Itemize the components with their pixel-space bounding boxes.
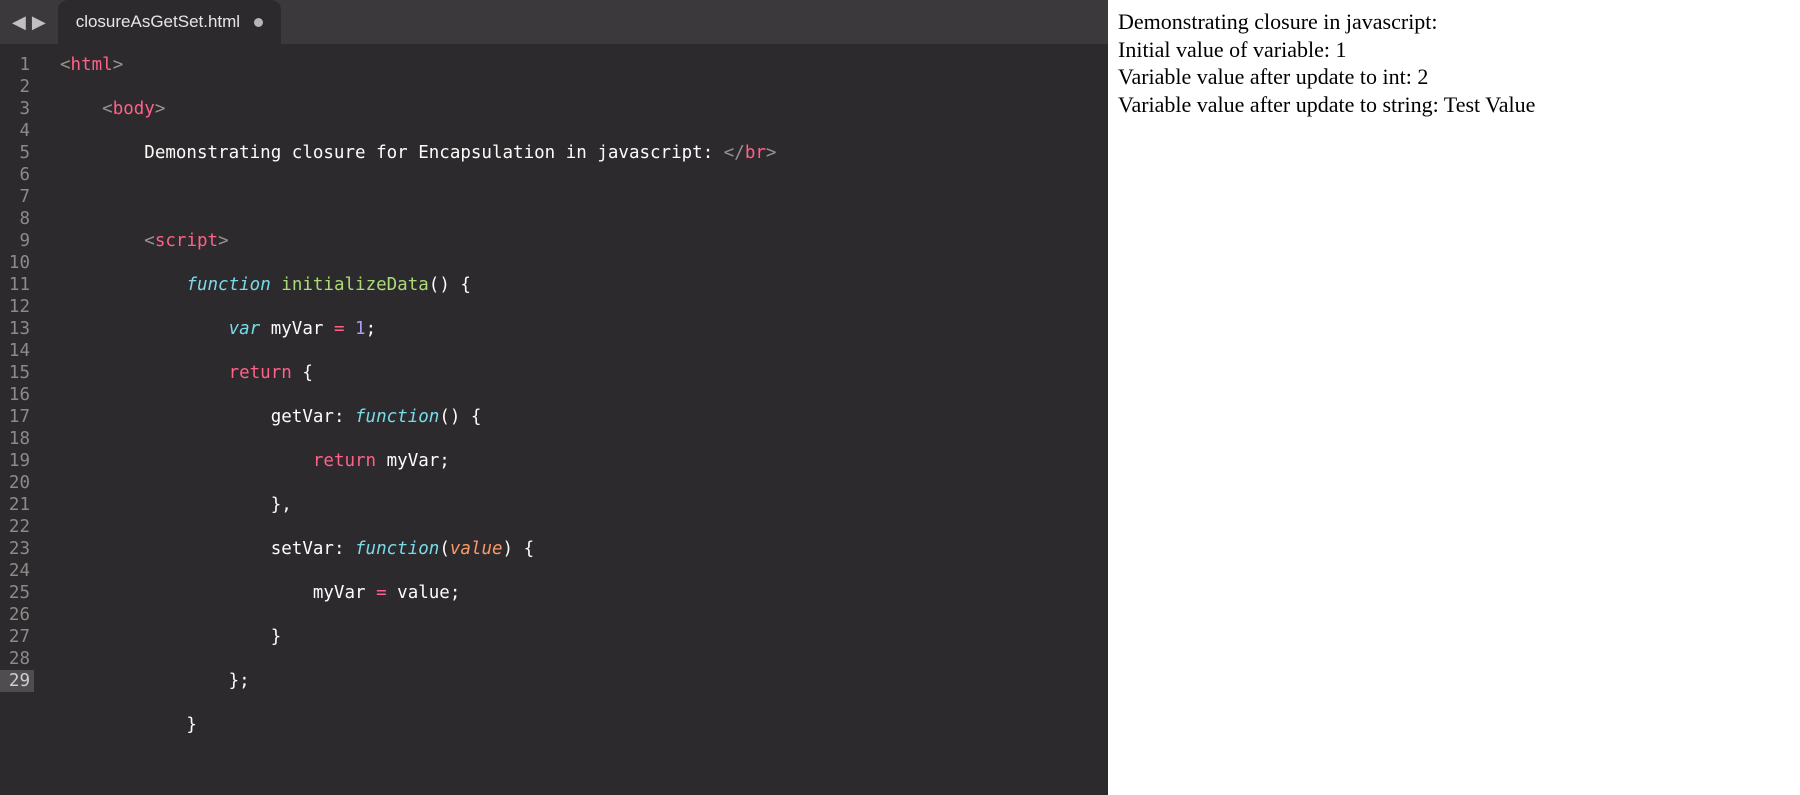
code-line[interactable]: return myVar;: [60, 450, 1108, 472]
line-number: 29: [0, 670, 34, 692]
output-line: Initial value of variable: 1: [1118, 36, 1790, 64]
line-number: 19: [0, 450, 34, 472]
line-number: 12: [0, 296, 34, 318]
line-number: 16: [0, 384, 34, 406]
code-line[interactable]: return {: [60, 362, 1108, 384]
tab-dirty-icon: [254, 18, 263, 27]
line-number: 8: [0, 208, 34, 230]
line-number: 18: [0, 428, 34, 450]
code-line[interactable]: },: [60, 494, 1108, 516]
line-number-gutter: 1234567891011121314151617181920212223242…: [0, 44, 46, 795]
output-line: Variable value after update to int: 2: [1118, 63, 1790, 91]
line-number: 17: [0, 406, 34, 428]
line-number: 24: [0, 560, 34, 582]
line-number: 28: [0, 648, 34, 670]
line-number: 25: [0, 582, 34, 604]
line-number: 4: [0, 120, 34, 142]
code-line[interactable]: function initializeData() {: [60, 274, 1108, 296]
line-number: 2: [0, 76, 34, 98]
code-editor-pane: ◀ ▶ closureAsGetSet.html 123456789101112…: [0, 0, 1108, 795]
code-line[interactable]: Demonstrating closure for Encapsulation …: [60, 142, 1108, 164]
nav-forward-icon[interactable]: ▶: [32, 12, 46, 33]
line-number: 6: [0, 164, 34, 186]
nav-back-icon[interactable]: ◀: [12, 12, 26, 33]
line-number: 3: [0, 98, 34, 120]
code-line[interactable]: }: [60, 626, 1108, 648]
line-number: 20: [0, 472, 34, 494]
nav-arrows: ◀ ▶: [0, 12, 58, 33]
tab-filename: closureAsGetSet.html: [76, 12, 240, 32]
code-line[interactable]: };: [60, 670, 1108, 692]
code-line[interactable]: var myVar = 1;: [60, 318, 1108, 340]
code-line[interactable]: <script>: [60, 230, 1108, 252]
code-line[interactable]: }: [60, 714, 1108, 736]
output-line: Demonstrating closure in javascript:: [1118, 8, 1790, 36]
line-number: 13: [0, 318, 34, 340]
line-number: 22: [0, 516, 34, 538]
browser-preview-pane: Demonstrating closure in javascript: Ini…: [1108, 0, 1800, 795]
code-line[interactable]: <html>: [60, 54, 1108, 76]
line-number: 10: [0, 252, 34, 274]
code-area[interactable]: 1234567891011121314151617181920212223242…: [0, 44, 1108, 795]
tab-bar: ◀ ▶ closureAsGetSet.html: [0, 0, 1108, 44]
line-number: 5: [0, 142, 34, 164]
line-number: 21: [0, 494, 34, 516]
line-number: 1: [0, 54, 34, 76]
code-line[interactable]: myVar = value;: [60, 582, 1108, 604]
line-number: 27: [0, 626, 34, 648]
code-line[interactable]: <body>: [60, 98, 1108, 120]
line-number: 15: [0, 362, 34, 384]
line-number: 14: [0, 340, 34, 362]
code-line[interactable]: getVar: function() {: [60, 406, 1108, 428]
code-content[interactable]: <html> <body> Demonstrating closure for …: [46, 44, 1108, 795]
editor-tab[interactable]: closureAsGetSet.html: [58, 0, 281, 44]
line-number: 26: [0, 604, 34, 626]
line-number: 7: [0, 186, 34, 208]
line-number: 11: [0, 274, 34, 296]
code-line[interactable]: setVar: function(value) {: [60, 538, 1108, 560]
code-line[interactable]: [60, 186, 1108, 208]
code-line[interactable]: [60, 758, 1108, 780]
line-number: 23: [0, 538, 34, 560]
output-line: Variable value after update to string: T…: [1118, 91, 1790, 119]
line-number: 9: [0, 230, 34, 252]
